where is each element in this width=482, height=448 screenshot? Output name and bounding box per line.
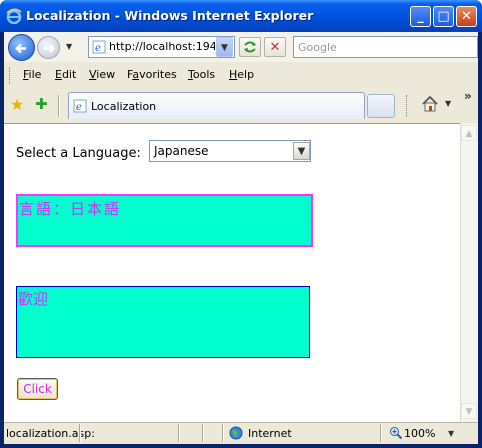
toolbar-grip: [406, 95, 408, 117]
forward-button[interactable]: [37, 36, 60, 59]
page-icon: e: [92, 40, 106, 57]
home-button[interactable]: [420, 94, 440, 117]
status-divider: [222, 424, 224, 442]
chevron-down-icon: ▼: [221, 43, 228, 53]
svg-text:e: e: [95, 43, 101, 54]
language-select[interactable]: Japanese ▼: [149, 140, 311, 162]
new-tab-button[interactable]: [367, 94, 395, 118]
welcome-text: 歡迎: [18, 290, 49, 308]
minimize-button[interactable]: _: [410, 6, 431, 27]
back-arrow-icon: [15, 43, 26, 54]
zoom-dropdown-icon[interactable]: ▼: [448, 429, 454, 438]
zoom-icon: [390, 427, 403, 440]
home-icon: [422, 95, 438, 112]
history-dropdown-icon[interactable]: ▼: [66, 42, 72, 51]
welcome-panel: 歡迎: [16, 286, 310, 358]
language-label: Select a Language:: [16, 146, 141, 161]
stop-button[interactable]: ✕: [264, 37, 286, 57]
refresh-icon: [244, 41, 256, 53]
ie-logo-icon: [6, 8, 22, 27]
address-dropdown-button[interactable]: ▼: [216, 37, 233, 57]
status-divider: [380, 424, 382, 442]
chevron-down-icon: ▼: [465, 407, 473, 417]
menu-edit[interactable]: Edit: [55, 68, 76, 81]
menu-view[interactable]: View: [89, 68, 115, 81]
chevron-more-icon[interactable]: »: [464, 89, 472, 103]
menu-grip: [9, 67, 12, 84]
language-select-dropdown-button[interactable]: ▼: [293, 142, 310, 160]
language-select-value: Japanese: [154, 144, 209, 158]
svg-text:e: e: [76, 102, 82, 113]
click-button[interactable]: Click: [17, 378, 58, 400]
maximize-button[interactable]: □: [433, 6, 454, 27]
zone-text: Internet: [248, 427, 292, 440]
window-title: Localization - Windows Internet Explorer: [26, 8, 314, 23]
home-dropdown-icon[interactable]: ▼: [445, 99, 451, 108]
address-url: http://localhost:1949/: [109, 40, 215, 53]
search-input[interactable]: Google: [293, 36, 478, 58]
scroll-up-button[interactable]: ▲: [461, 125, 477, 141]
tab-label: Localization: [91, 100, 157, 113]
menu-favorites[interactable]: Favorites: [127, 68, 177, 81]
status-divider: [178, 424, 180, 442]
zoom-button[interactable]: [389, 426, 403, 443]
address-field[interactable]: e http://localhost:1949/: [88, 36, 235, 58]
status-divider: [79, 424, 81, 442]
tab-page-icon: e: [73, 99, 87, 116]
close-button[interactable]: ✕: [456, 6, 477, 27]
language-name-panel: 言語：日本語: [16, 194, 313, 247]
scroll-down-button[interactable]: ▼: [461, 403, 477, 419]
internet-zone-icon: [229, 426, 243, 443]
maximize-icon: □: [437, 9, 450, 24]
forward-arrow-icon: [44, 44, 56, 53]
page-content: [4, 123, 460, 422]
close-icon: ✕: [461, 9, 472, 24]
minimize-icon: _: [417, 9, 424, 24]
status-text: localization.asp:: [6, 427, 95, 440]
tab-divider: [58, 95, 60, 117]
language-name-text: 言語：日本語: [19, 200, 122, 218]
search-placeholder: Google: [298, 41, 337, 54]
add-favorites-icon[interactable]: ✚: [35, 95, 48, 113]
chevron-up-icon: ▲: [465, 129, 473, 139]
back-button[interactable]: [8, 34, 35, 61]
menu-file[interactable]: File: [23, 68, 41, 81]
stop-icon: ✕: [269, 40, 281, 55]
zoom-level[interactable]: 100%: [404, 427, 435, 440]
tab-localization[interactable]: e Localization: [68, 92, 365, 119]
menu-help[interactable]: Help: [229, 68, 254, 81]
chevron-down-icon: ▼: [297, 146, 306, 157]
refresh-button[interactable]: [239, 37, 261, 57]
favorites-star-icon[interactable]: ★: [10, 95, 24, 114]
vertical-scrollbar[interactable]: [460, 123, 478, 422]
menu-tools[interactable]: Tools: [188, 68, 215, 81]
status-divider: [202, 424, 204, 442]
